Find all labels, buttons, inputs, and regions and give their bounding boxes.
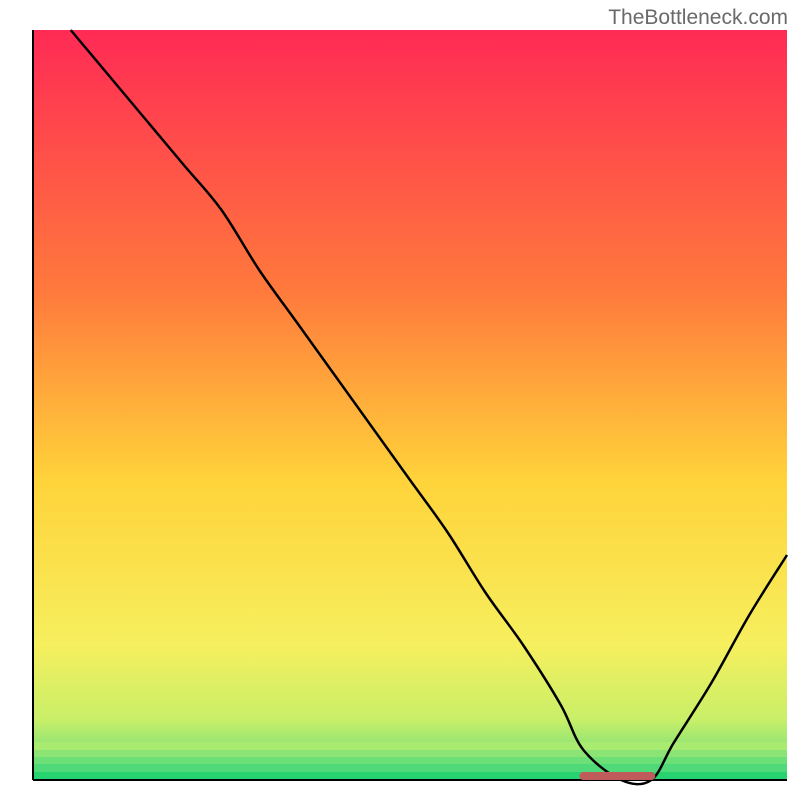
strip: [33, 764, 787, 772]
watermark-label: TheBottleneck.com: [608, 6, 788, 30]
bottleneck-chart: [0, 0, 800, 800]
plot-background-gradient: [33, 30, 787, 780]
strip: [33, 750, 787, 757]
strip: [33, 772, 787, 780]
strip: [33, 757, 787, 764]
